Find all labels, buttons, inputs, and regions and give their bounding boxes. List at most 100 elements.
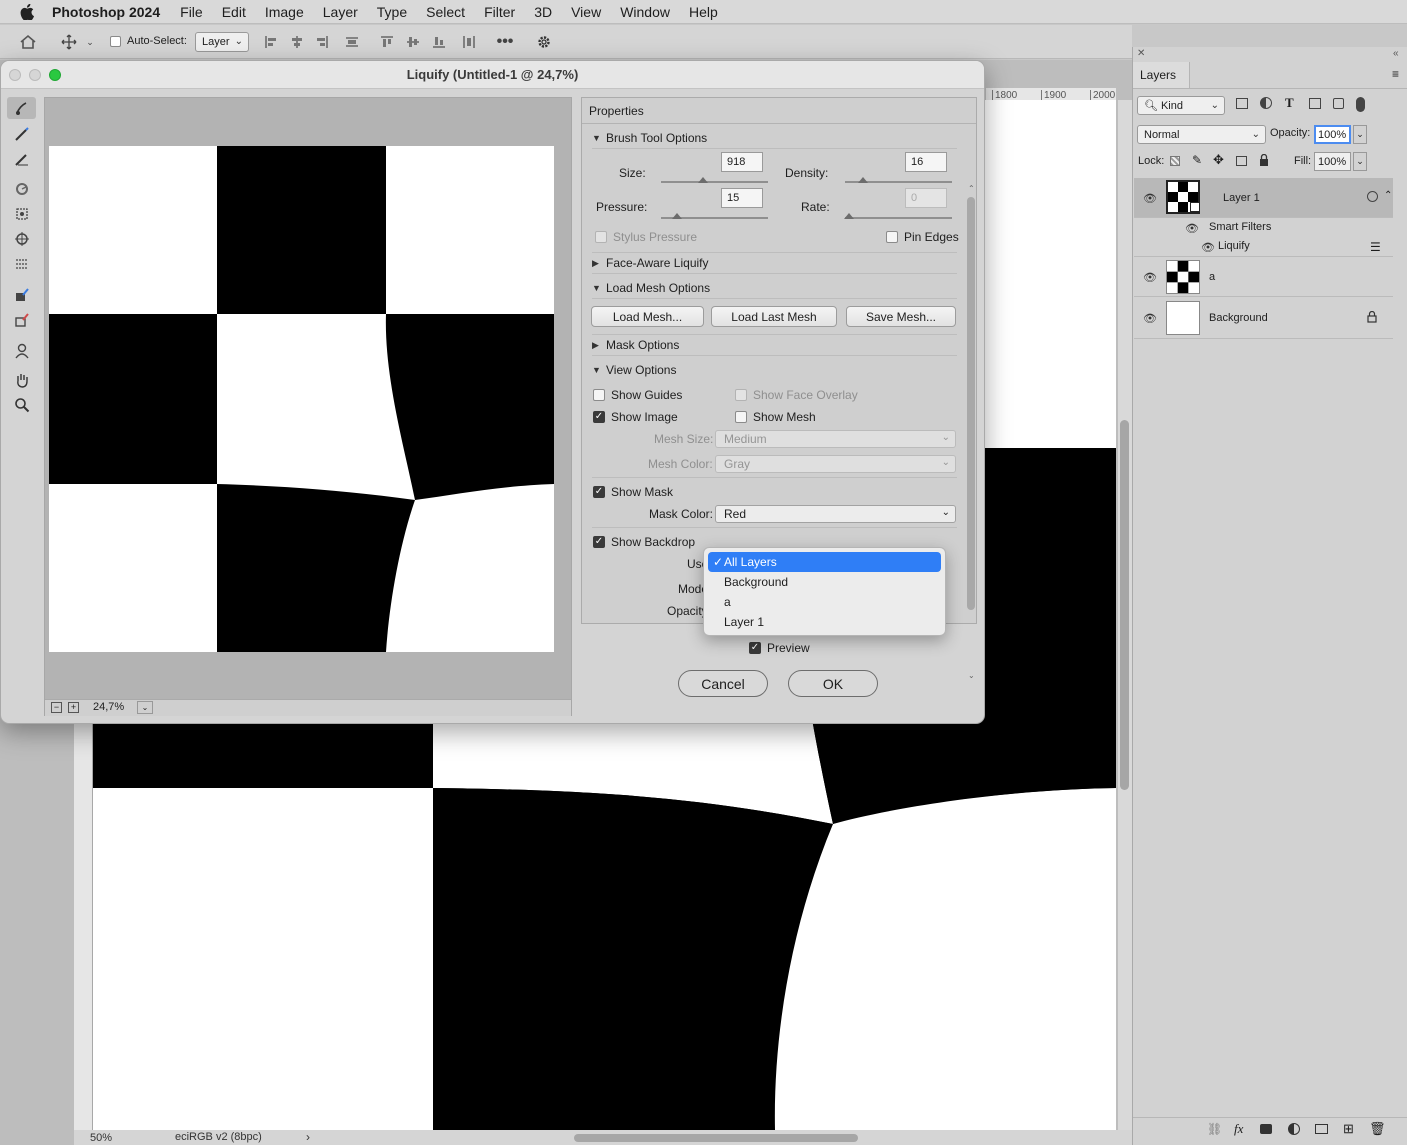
panel-menu-icon[interactable]: ≡: [1392, 67, 1399, 81]
reconstruct-tool-icon[interactable]: [7, 123, 36, 145]
pin-edges-checkbox[interactable]: [886, 231, 898, 243]
auto-select-dropdown[interactable]: Layer ⌄: [195, 32, 249, 52]
density-slider[interactable]: [845, 177, 952, 183]
bloat-tool-icon[interactable]: [7, 228, 36, 250]
smooth-tool-icon[interactable]: [7, 148, 36, 170]
menu-filter[interactable]: Filter: [484, 4, 515, 20]
show-backdrop-checkbox[interactable]: ✓: [593, 536, 605, 548]
scroll-thumb[interactable]: [967, 197, 975, 610]
ok-button[interactable]: OK: [788, 670, 878, 697]
density-input[interactable]: 16: [905, 152, 947, 172]
shape-filter-icon[interactable]: [1309, 98, 1321, 109]
collapse-panel-icon[interactable]: «: [1393, 48, 1399, 59]
thaw-mask-tool-icon[interactable]: [7, 309, 36, 331]
layer-name[interactable]: Background: [1209, 312, 1268, 324]
smart-object-filter-icon[interactable]: [1333, 98, 1344, 109]
filter-toggle-icon[interactable]: [1356, 97, 1365, 112]
option-a[interactable]: a: [708, 592, 941, 612]
trash-icon[interactable]: 🗑︎: [1369, 1121, 1386, 1137]
lock-all-icon[interactable]: [1259, 153, 1269, 166]
menu-edit[interactable]: Edit: [222, 4, 246, 20]
more-icon[interactable]: •••: [494, 31, 516, 53]
lock-artboard-icon[interactable]: [1236, 156, 1247, 166]
distribute-icon[interactable]: [343, 31, 361, 53]
chevron-down-icon[interactable]: ⌄: [84, 31, 96, 53]
smart-filter-indicator-icon[interactable]: [1367, 191, 1378, 202]
vertical-scrollbar[interactable]: [1118, 100, 1132, 1130]
menu-window[interactable]: Window: [620, 4, 670, 20]
slider-thumb[interactable]: [858, 177, 868, 183]
layer-row-layer-1[interactable]: 👁︎ Layer 1 ⌃: [1134, 178, 1393, 218]
layer-row-a[interactable]: 👁︎ a: [1134, 257, 1393, 297]
load-last-mesh-button[interactable]: Load Last Mesh: [711, 306, 837, 327]
zoom-in-icon[interactable]: +: [68, 702, 79, 713]
zoom-level[interactable]: 50%: [90, 1132, 112, 1144]
eye-icon[interactable]: 👁︎: [1185, 222, 1199, 235]
size-input[interactable]: 918: [721, 152, 763, 172]
show-guides-checkbox[interactable]: [593, 389, 605, 401]
lock-transparency-icon[interactable]: [1170, 156, 1180, 166]
menu-type[interactable]: Type: [377, 4, 407, 20]
freeze-mask-tool-icon[interactable]: [7, 284, 36, 306]
preview-checkbox[interactable]: ✓: [749, 642, 761, 654]
adjustment-filter-icon[interactable]: [1260, 97, 1272, 109]
mask-color-select[interactable]: Red ⌄: [715, 505, 956, 523]
zoom-tool-icon[interactable]: [7, 394, 36, 416]
section-load-mesh-options[interactable]: ▼ Load Mesh Options: [592, 277, 957, 299]
lock-pixels-icon[interactable]: ✎: [1192, 153, 1202, 167]
show-image-checkbox[interactable]: ✓: [593, 411, 605, 423]
align-left-icon[interactable]: [262, 31, 280, 53]
menu-layer[interactable]: Layer: [323, 4, 358, 20]
eye-icon[interactable]: 👁︎: [1201, 241, 1215, 254]
horizontal-scroll-thumb[interactable]: [574, 1134, 858, 1142]
save-mesh-button[interactable]: Save Mesh...: [846, 306, 956, 327]
tab-layers[interactable]: Layers: [1133, 62, 1190, 88]
scroll-up-icon[interactable]: ⌃: [968, 184, 975, 193]
add-mask-icon[interactable]: [1260, 1124, 1272, 1134]
stylus-pressure-checkbox[interactable]: [595, 231, 607, 243]
align-bottom-icon[interactable]: [430, 31, 448, 53]
fx-icon[interactable]: fx: [1234, 1121, 1243, 1137]
kind-filter-select[interactable]: 🔍︎ Kind ⌄: [1137, 96, 1225, 115]
forward-warp-tool-icon[interactable]: [7, 97, 36, 119]
menu-view[interactable]: View: [571, 4, 601, 20]
menu-3d[interactable]: 3D: [534, 4, 552, 20]
size-slider[interactable]: [661, 177, 768, 183]
twirl-tool-icon[interactable]: [7, 178, 36, 200]
image-filter-icon[interactable]: [1236, 98, 1248, 109]
section-mask-options[interactable]: ▶ Mask Options: [592, 334, 957, 356]
folder-icon[interactable]: [1315, 1124, 1328, 1134]
hand-tool-icon[interactable]: [7, 369, 36, 391]
lock-position-icon[interactable]: ✥: [1213, 152, 1224, 168]
slider-thumb[interactable]: [672, 213, 682, 219]
menu-select[interactable]: Select: [426, 4, 465, 20]
gear-icon[interactable]: [533, 31, 555, 53]
chevron-down-icon[interactable]: ⌄: [137, 701, 153, 714]
fill-input[interactable]: 100%: [1314, 152, 1351, 171]
cancel-button[interactable]: Cancel: [678, 670, 768, 697]
layer-name[interactable]: Layer 1: [1223, 192, 1260, 204]
filter-options-icon[interactable]: ☰: [1370, 240, 1381, 254]
pressure-slider[interactable]: [661, 213, 768, 219]
align-right-icon[interactable]: [313, 31, 331, 53]
section-face-aware[interactable]: ▶ Face-Aware Liquify: [592, 252, 957, 274]
new-layer-icon[interactable]: ⊞: [1343, 1121, 1354, 1137]
close-panel-icon[interactable]: ✕: [1137, 48, 1145, 59]
adjustment-layer-icon[interactable]: [1288, 1123, 1300, 1135]
slider-thumb[interactable]: [844, 213, 854, 219]
chevron-down-icon[interactable]: ⌄: [1353, 125, 1367, 144]
align-top-icon[interactable]: [378, 31, 396, 53]
chevron-down-icon[interactable]: ⌄: [1353, 152, 1367, 171]
eye-icon[interactable]: 👁︎: [1143, 312, 1157, 325]
link-layers-icon[interactable]: ⛓︎: [1207, 1122, 1222, 1136]
align-middle-icon[interactable]: [404, 31, 422, 53]
eye-icon[interactable]: 👁︎: [1143, 192, 1157, 205]
menu-file[interactable]: File: [180, 4, 203, 20]
load-mesh-button[interactable]: Load Mesh...: [591, 306, 704, 327]
auto-select-checkbox[interactable]: [110, 36, 121, 47]
pucker-tool-icon[interactable]: [7, 203, 36, 225]
chevron-up-icon[interactable]: ⌃: [1384, 190, 1392, 201]
face-tool-icon[interactable]: [7, 340, 36, 362]
show-mask-checkbox[interactable]: ✓: [593, 486, 605, 498]
move-tool-icon[interactable]: [58, 31, 80, 53]
